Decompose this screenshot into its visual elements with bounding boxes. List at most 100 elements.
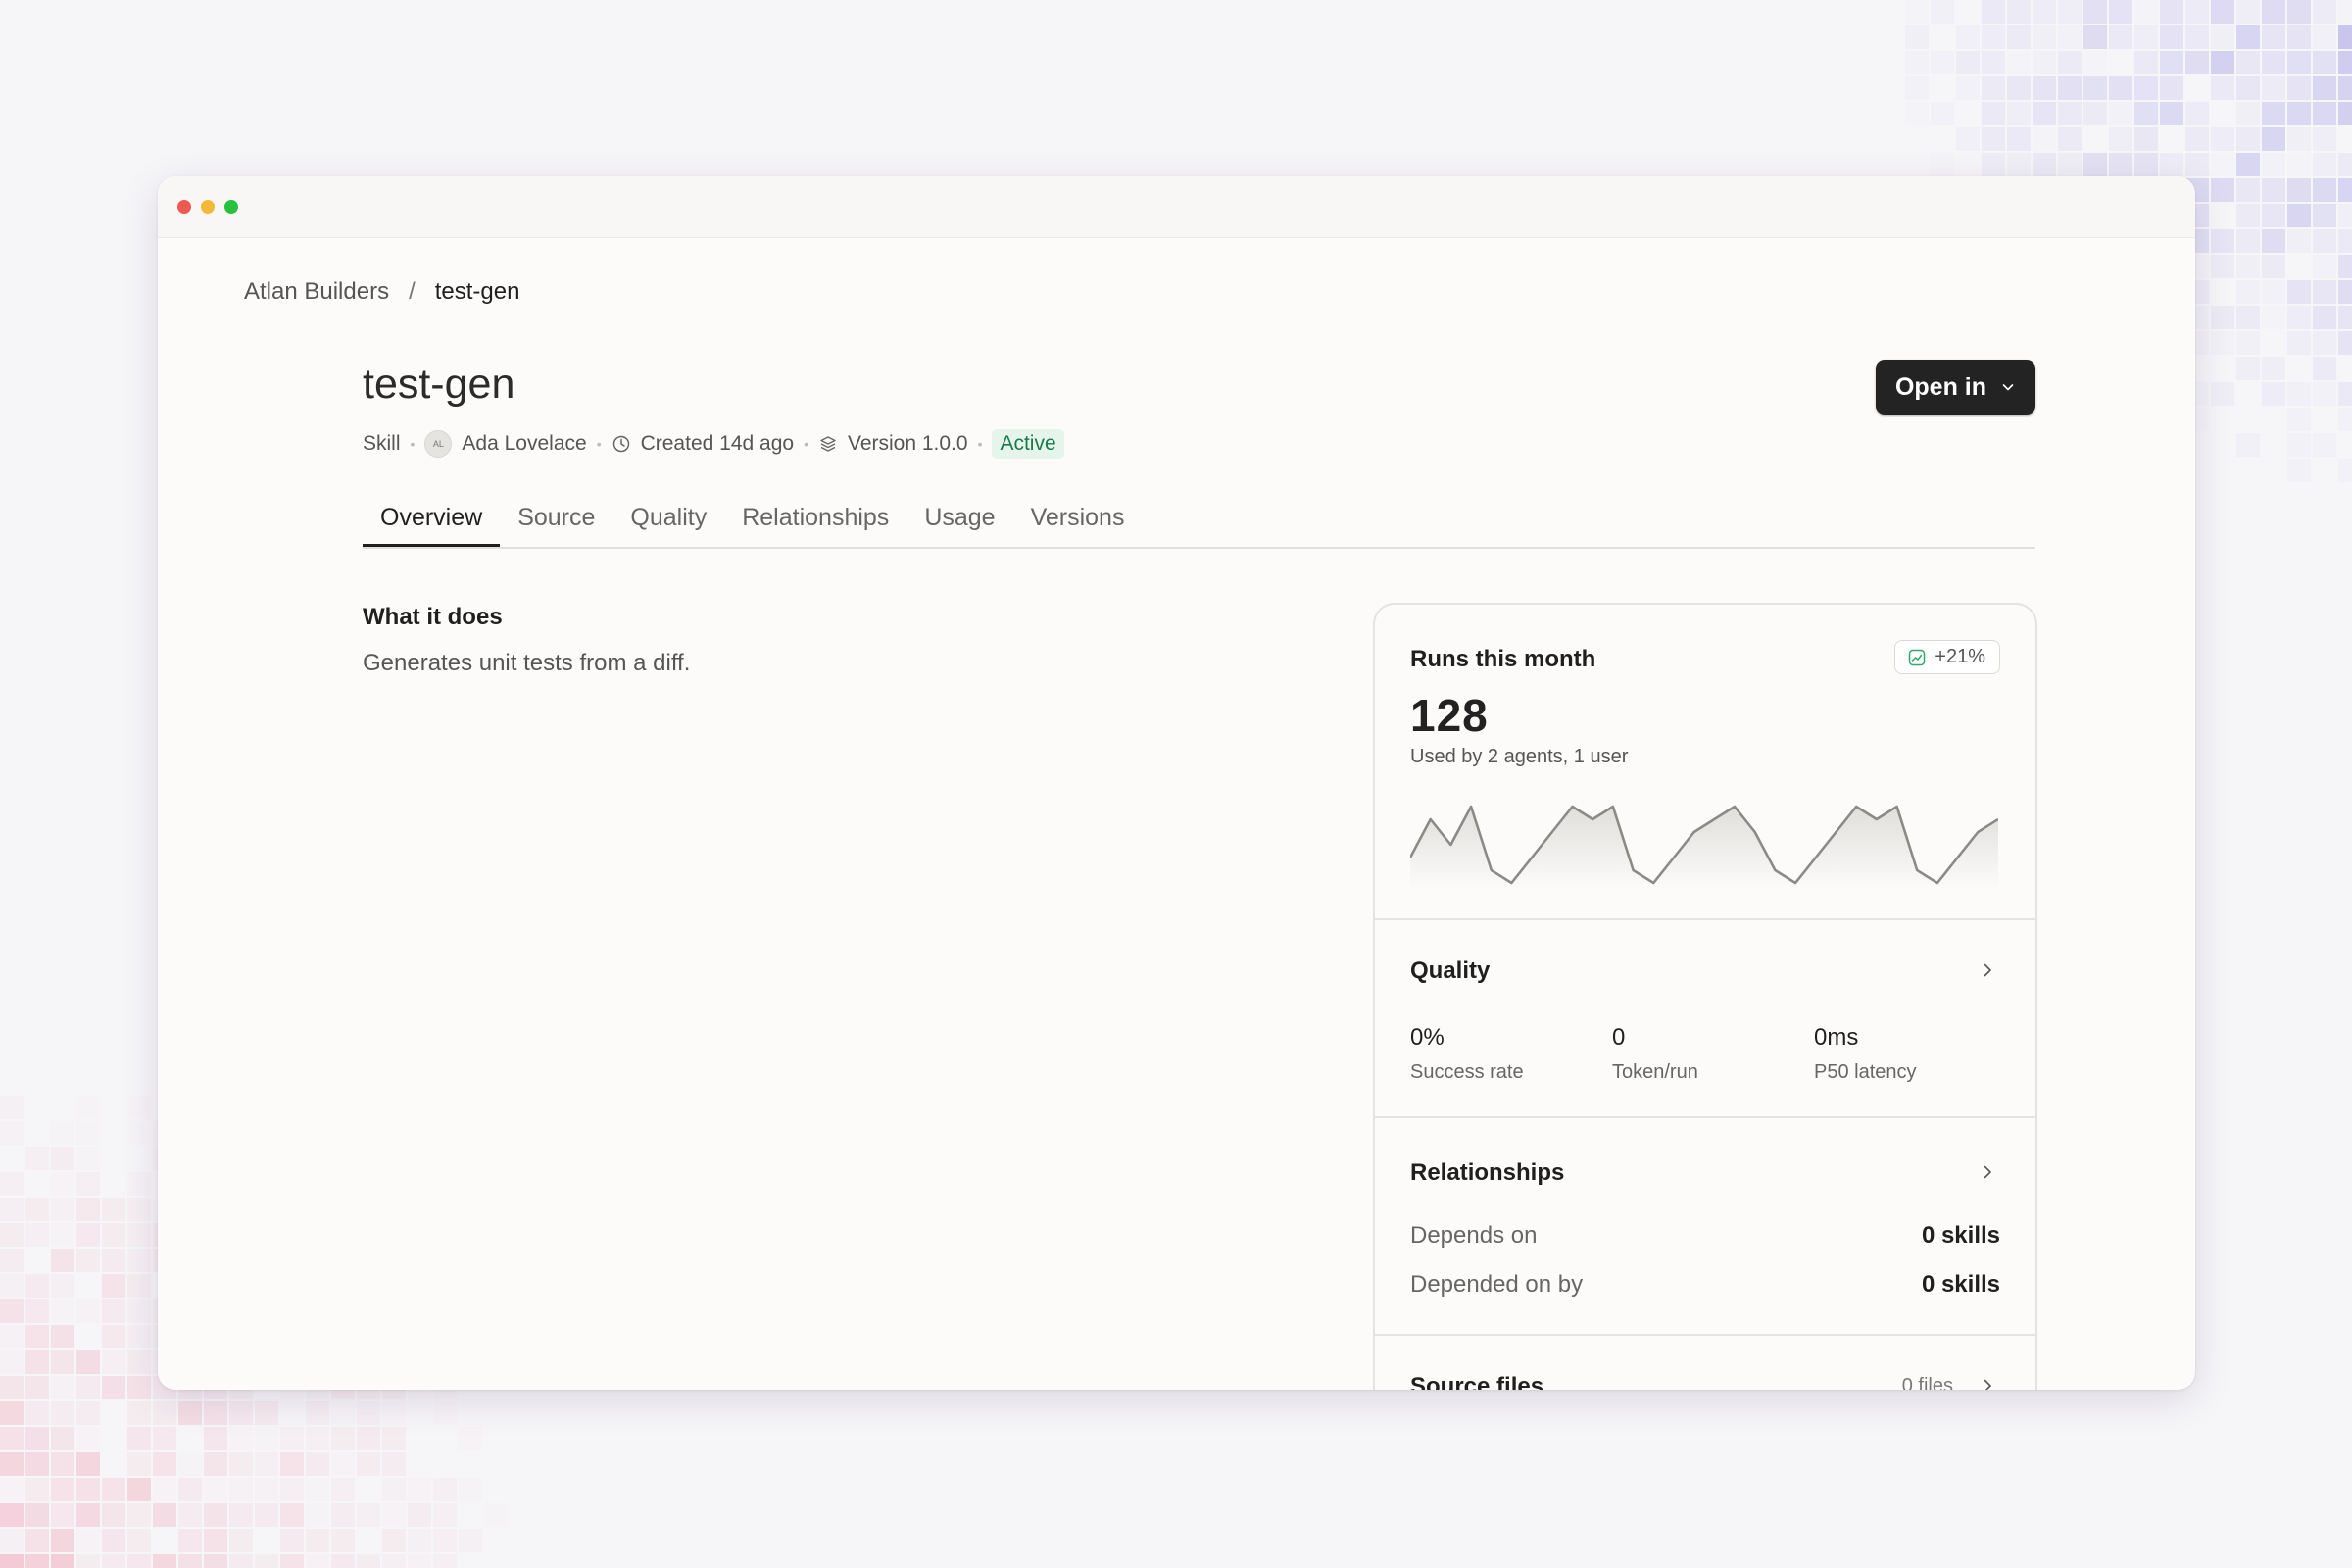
background-tile bbox=[204, 1529, 227, 1552]
relationship-row: Depends on 0 skills bbox=[1410, 1222, 2000, 1250]
background-tile bbox=[76, 1198, 100, 1221]
background-tile bbox=[2287, 102, 2311, 125]
background-tile bbox=[2109, 153, 2132, 176]
background-tile bbox=[2262, 255, 2285, 278]
type-label: Skill bbox=[363, 432, 401, 455]
background-tile bbox=[433, 1401, 457, 1425]
background-tile bbox=[0, 1350, 24, 1374]
stat-value: 0% bbox=[1410, 1024, 1445, 1051]
background-tile bbox=[127, 1249, 151, 1272]
background-tile bbox=[357, 1503, 380, 1527]
background-tile bbox=[51, 1274, 74, 1298]
background-tile bbox=[1956, 25, 1980, 49]
background-tile bbox=[51, 1198, 74, 1221]
background-tile bbox=[2185, 153, 2209, 176]
background-tile bbox=[2262, 204, 2285, 227]
background-tile bbox=[2287, 382, 2311, 406]
background-tile bbox=[76, 1452, 100, 1476]
background-tile bbox=[2160, 51, 2183, 74]
background-tile bbox=[102, 1223, 125, 1247]
background-tile bbox=[433, 1529, 457, 1552]
quality-card[interactable]: Quality 0% Success rate 0 Token/run 0ms … bbox=[1375, 920, 2035, 1118]
background-tile bbox=[2313, 51, 2336, 74]
background-tile bbox=[1956, 51, 1980, 74]
stat-label: Token/run bbox=[1612, 1061, 1698, 1083]
background-tile bbox=[2313, 25, 2336, 49]
source-files-card[interactable]: Source files 0 files bbox=[1375, 1336, 2035, 1390]
background-tile bbox=[1982, 102, 2005, 125]
background-tile bbox=[2236, 280, 2260, 304]
tab-relationships[interactable]: Relationships bbox=[724, 500, 906, 545]
background-tile bbox=[2033, 25, 2056, 49]
background-tile bbox=[2236, 127, 2260, 151]
background-tile bbox=[408, 1554, 431, 1568]
tab-overview[interactable]: Overview bbox=[363, 500, 501, 547]
skill-metadata: Skill • AL Ada Lovelace • Created 14d ag… bbox=[363, 429, 1064, 459]
background-tile bbox=[0, 1274, 24, 1298]
background-tile bbox=[0, 1452, 24, 1476]
maximize-window-button[interactable] bbox=[224, 200, 238, 214]
background-tile bbox=[25, 1401, 49, 1425]
background-tile bbox=[2058, 127, 2082, 151]
background-tile bbox=[2338, 382, 2352, 406]
background-tile bbox=[280, 1452, 304, 1476]
layers-icon bbox=[820, 436, 836, 452]
background-tile bbox=[2109, 25, 2132, 49]
background-tile bbox=[2313, 382, 2336, 406]
minimize-window-button[interactable] bbox=[201, 200, 215, 214]
background-tile bbox=[25, 1274, 49, 1298]
background-tile bbox=[2262, 153, 2285, 176]
background-tile bbox=[25, 1299, 49, 1323]
background-tile bbox=[357, 1401, 380, 1425]
tab-source[interactable]: Source bbox=[500, 500, 612, 545]
background-tile bbox=[2338, 51, 2352, 74]
background-tile bbox=[280, 1427, 304, 1450]
background-tile bbox=[2313, 0, 2336, 24]
background-tile bbox=[2313, 433, 2336, 457]
open-in-button[interactable]: Open in bbox=[1876, 360, 2035, 415]
background-tile bbox=[102, 1503, 125, 1527]
meta-separator: • bbox=[977, 436, 983, 452]
background-tile bbox=[2083, 51, 2107, 74]
background-tile bbox=[255, 1427, 278, 1450]
version-label: Version 1.0.0 bbox=[847, 432, 968, 455]
background-tile bbox=[1956, 76, 1980, 100]
description-heading: What it does bbox=[363, 604, 503, 630]
background-tile bbox=[76, 1299, 100, 1323]
tab-versions[interactable]: Versions bbox=[1013, 500, 1143, 545]
close-window-button[interactable] bbox=[177, 200, 191, 214]
background-tile bbox=[0, 1223, 24, 1247]
background-tile bbox=[331, 1427, 355, 1450]
background-tile bbox=[2313, 331, 2336, 355]
background-tile bbox=[51, 1452, 74, 1476]
background-tile bbox=[2007, 25, 2031, 49]
background-tile bbox=[2262, 229, 2285, 253]
clock-icon bbox=[612, 435, 629, 453]
background-tile bbox=[2058, 153, 2082, 176]
owner-name[interactable]: Ada Lovelace bbox=[462, 432, 586, 456]
background-tile bbox=[76, 1172, 100, 1196]
background-tile bbox=[255, 1478, 278, 1501]
chevron-right-icon[interactable] bbox=[1979, 1377, 1996, 1390]
background-tile bbox=[2287, 331, 2311, 355]
tab-usage[interactable]: Usage bbox=[906, 500, 1012, 545]
background-tile bbox=[2211, 153, 2234, 176]
background-tile bbox=[280, 1503, 304, 1527]
background-tile bbox=[2007, 153, 2031, 176]
background-tile bbox=[382, 1401, 406, 1425]
breadcrumb-parent-link[interactable]: Atlan Builders bbox=[244, 278, 389, 306]
tab-quality[interactable]: Quality bbox=[612, 500, 724, 545]
background-tile bbox=[2211, 229, 2234, 253]
relationships-card[interactable]: Relationships Depends on 0 skills Depend… bbox=[1375, 1118, 2035, 1336]
chevron-down-icon bbox=[2002, 384, 2014, 391]
background-tile bbox=[2083, 102, 2107, 125]
background-tile bbox=[357, 1452, 380, 1476]
background-tile bbox=[178, 1554, 202, 1568]
stat-value: 0ms bbox=[1814, 1024, 1859, 1051]
background-tile bbox=[102, 1376, 125, 1399]
chevron-right-icon[interactable] bbox=[1979, 1163, 1996, 1181]
source-files-count: 0 files bbox=[1901, 1375, 1953, 1390]
background-tile bbox=[2160, 76, 2183, 100]
background-tile bbox=[2338, 25, 2352, 49]
chevron-right-icon[interactable] bbox=[1979, 961, 1996, 979]
